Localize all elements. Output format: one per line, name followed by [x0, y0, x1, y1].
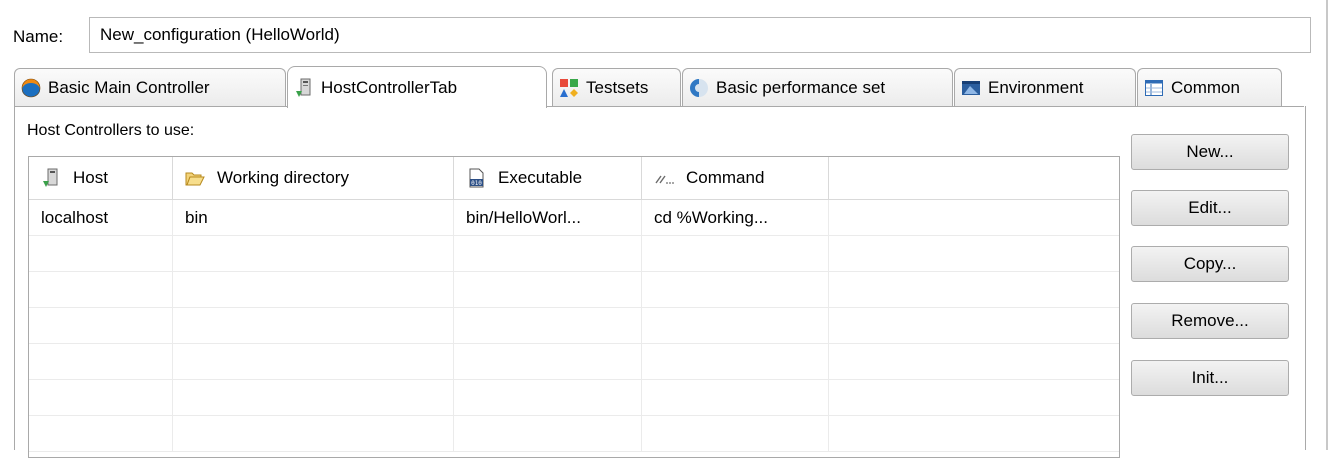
table-row-empty — [29, 380, 1119, 416]
column-header-executable[interactable]: 010 Executable — [454, 157, 642, 199]
tab-environment[interactable]: Environment — [954, 68, 1136, 106]
tab-basic-main-controller[interactable]: Basic Main Controller — [14, 68, 286, 106]
tab-strip-border — [14, 106, 1304, 107]
host-computer-icon — [294, 78, 314, 98]
binary-file-icon: 010 — [466, 168, 486, 188]
table-header: Host Working directory 010 Executable Co… — [29, 157, 1119, 200]
cell-executable: bin/HelloWorl... — [454, 200, 642, 235]
tab-basic-performance-set[interactable]: Basic performance set — [682, 68, 953, 106]
cell-working-directory: bin — [173, 200, 454, 235]
table-row-empty — [29, 272, 1119, 308]
new-button[interactable]: New... — [1131, 134, 1289, 170]
environment-window-icon — [961, 78, 981, 98]
tab-folder: Basic Main Controller HostControllerTab … — [14, 66, 1314, 458]
common-panel-icon — [1144, 78, 1164, 98]
table-row-empty — [29, 236, 1119, 272]
host-computer-icon — [41, 168, 61, 188]
host-controllers-label: Host Controllers to use: — [27, 122, 195, 139]
cell-filler — [829, 200, 1119, 235]
tab-label: Environment — [988, 77, 1084, 97]
init-button[interactable]: Init... — [1131, 360, 1289, 396]
command-icon — [654, 168, 674, 188]
tab-content: Host Controllers to use: Host Working di… — [14, 106, 1306, 458]
column-header-command[interactable]: Command — [642, 157, 829, 199]
svg-text:010: 010 — [471, 180, 482, 187]
shapes-icon — [559, 78, 579, 98]
name-label: Name: — [13, 27, 64, 46]
tab-testsets[interactable]: Testsets — [552, 68, 681, 106]
host-controllers-table: Host Working directory 010 Executable Co… — [28, 156, 1120, 458]
column-header-host[interactable]: Host — [29, 157, 173, 199]
name-input[interactable] — [89, 17, 1311, 53]
tab-label: HostControllerTab — [321, 77, 458, 97]
cell-host: localhost — [29, 200, 173, 235]
cell-command: cd %Working... — [642, 200, 829, 235]
copy-button[interactable]: Copy... — [1131, 246, 1289, 282]
remove-button[interactable]: Remove... — [1131, 303, 1289, 339]
globe-icon — [21, 78, 41, 98]
tab-strip: Basic Main Controller HostControllerTab … — [14, 66, 1304, 108]
tab-common[interactable]: Common — [1137, 68, 1282, 106]
table-row-empty — [29, 344, 1119, 380]
folder-open-icon — [185, 168, 205, 188]
edit-button[interactable]: Edit... — [1131, 190, 1289, 226]
table-row[interactable]: localhost bin bin/HelloWorl... cd %Worki… — [29, 200, 1119, 236]
tab-label: Common — [1171, 77, 1240, 97]
column-header-working-directory[interactable]: Working directory — [173, 157, 454, 199]
tab-label: Basic performance set — [716, 77, 886, 97]
table-row-empty — [29, 416, 1119, 452]
performance-circle-icon — [689, 78, 709, 98]
column-header-filler — [829, 157, 1119, 199]
right-divider — [1326, 0, 1328, 450]
tab-host-controller[interactable]: HostControllerTab — [287, 66, 547, 108]
tab-label: Testsets — [586, 77, 649, 97]
table-row-empty — [29, 308, 1119, 344]
tab-label: Basic Main Controller — [48, 77, 210, 97]
